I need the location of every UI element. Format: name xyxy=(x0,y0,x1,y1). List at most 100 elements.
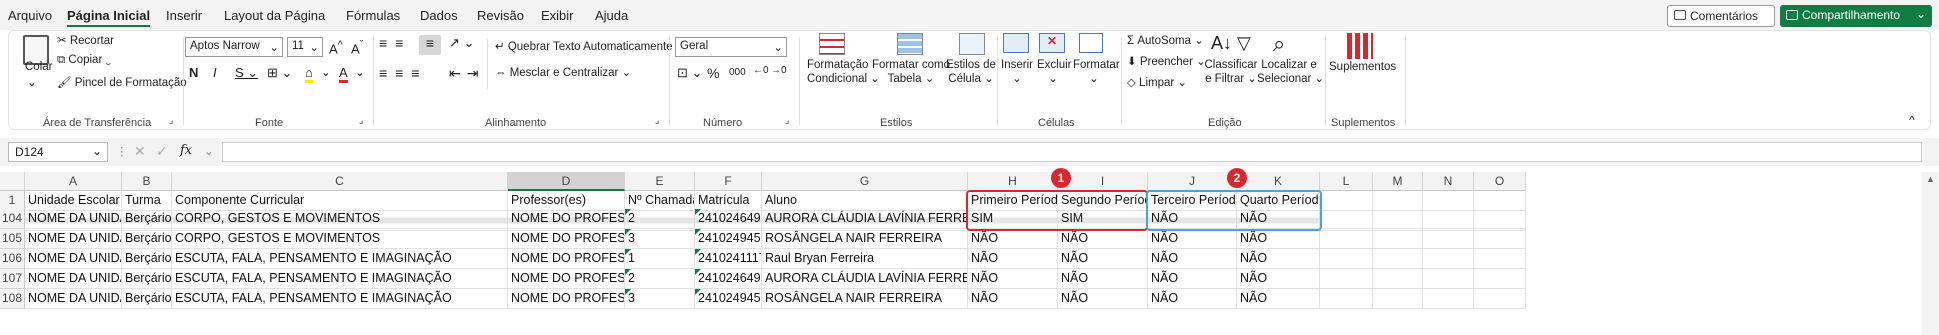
column-header-f[interactable]: F xyxy=(695,172,762,191)
table-cell[interactable]: 24102494566 xyxy=(695,229,762,249)
menu-layout[interactable]: Layout da Página xyxy=(224,8,325,23)
table-cell[interactable]: NOME DO PROFESSOR xyxy=(508,269,625,289)
delete-cells-button[interactable]: Excluir ⌄ xyxy=(1037,59,1072,85)
table-cell[interactable] xyxy=(1373,269,1423,289)
table-cell[interactable]: NÃO xyxy=(968,229,1058,249)
row-header[interactable]: 108 xyxy=(0,289,25,309)
table-cell[interactable] xyxy=(1423,269,1474,289)
row-header[interactable]: 107 xyxy=(0,269,25,289)
table-cell[interactable]: NOME DO PROFESSOR xyxy=(508,249,625,269)
table-cell[interactable] xyxy=(1320,289,1373,309)
format-cells-button[interactable]: Formatar ⌄ xyxy=(1073,59,1120,85)
row-header[interactable]: 105 xyxy=(0,229,25,249)
table-cell[interactable]: Raul Bryan Ferreira xyxy=(762,249,968,269)
percent-icon[interactable]: % xyxy=(707,65,719,81)
cut-button[interactable]: ✂ Recortar xyxy=(57,33,114,47)
menu-inserir[interactable]: Inserir xyxy=(166,8,202,23)
table-cell[interactable] xyxy=(1423,289,1474,309)
insert-cells-button[interactable]: Inserir ⌄ xyxy=(1001,59,1033,85)
table-cell[interactable]: 3 xyxy=(625,289,695,309)
dialog-launcher-icon[interactable]: ⌟ xyxy=(359,115,363,126)
merge-center-button[interactable]: ⇔ Mesclar e Centralizar ⌄ xyxy=(495,65,631,79)
number-format-select[interactable]: Geral ⌄ xyxy=(675,37,787,57)
cell-styles-button[interactable]: Estilos de Célula ⌄ xyxy=(945,59,997,85)
comments-button[interactable]: Comentários xyxy=(1667,5,1775,27)
column-header-m[interactable]: M xyxy=(1373,172,1423,191)
table-cell[interactable]: ESCUTA, FALA, PENSAMENTO E IMAGINAÇÃO xyxy=(172,289,508,309)
table-cell[interactable]: NÃO xyxy=(968,289,1058,309)
row-header[interactable]: 104 xyxy=(0,209,25,229)
header-cell[interactable] xyxy=(1320,191,1373,211)
table-cell[interactable] xyxy=(1423,249,1474,269)
table-cell[interactable]: 24102464916 xyxy=(695,209,762,229)
table-cell[interactable] xyxy=(1423,229,1474,249)
bold-button[interactable]: N xyxy=(189,65,198,80)
cancel-icon[interactable]: ✕ xyxy=(134,143,146,160)
share-button[interactable]: Compartilhamento ⌄ xyxy=(1780,5,1932,27)
table-cell[interactable]: NÃO xyxy=(1237,249,1320,269)
table-cell[interactable]: NÃO xyxy=(1058,229,1148,249)
currency-icon[interactable]: ⊡ ⌄ xyxy=(677,65,702,81)
table-cell[interactable]: NOME DO PROFESSOR xyxy=(508,209,625,229)
chevron-down-icon[interactable]: ⌄ xyxy=(355,65,365,79)
header-cell[interactable]: Professor(es) xyxy=(508,191,625,211)
clear-button[interactable]: ◇ Limpar ⌄ xyxy=(1127,75,1187,89)
table-cell[interactable]: NÃO xyxy=(1058,269,1148,289)
horizontal-align-icons[interactable]: ≡≡≡ xyxy=(379,65,428,81)
dialog-launcher-icon[interactable]: ⌟ xyxy=(655,115,659,126)
table-cell[interactable] xyxy=(1373,249,1423,269)
column-header-o[interactable]: O xyxy=(1474,172,1526,191)
font-color-icon[interactable]: A xyxy=(339,65,348,83)
header-cell[interactable]: Nº Chamada xyxy=(625,191,695,211)
table-cell[interactable]: NOME DO PROFESSOR xyxy=(508,289,625,309)
menu-arquivo[interactable]: Arquivo xyxy=(8,8,52,23)
select-all-corner[interactable] xyxy=(0,172,25,191)
header-cell[interactable] xyxy=(1373,191,1423,211)
font-name-select[interactable]: Aptos Narrow ⌄ xyxy=(185,37,283,57)
format-as-table-button[interactable]: Formatar como Tabela ⌄ xyxy=(869,59,953,85)
indent-icons[interactable]: ⇤⇥ xyxy=(449,65,484,82)
table-cell[interactable]: NOME DA UNIDADE xyxy=(25,269,122,289)
menu-formulas[interactable]: Fórmulas xyxy=(346,8,400,23)
table-cell[interactable]: Berçário xyxy=(122,229,172,249)
table-cell[interactable]: ESCUTA, FALA, PENSAMENTO E IMAGINAÇÃO xyxy=(172,249,508,269)
column-header-i[interactable]: I xyxy=(1058,172,1148,191)
dialog-launcher-icon[interactable]: ⌟ xyxy=(169,115,173,126)
chevron-down-icon[interactable]: ⌄ xyxy=(321,65,331,79)
table-cell[interactable]: NÃO xyxy=(1148,249,1237,269)
table-cell[interactable] xyxy=(1423,209,1474,229)
paste-button[interactable]: Colar xyxy=(25,61,52,73)
autosum-button[interactable]: Σ AutoSoma ⌄ xyxy=(1127,33,1204,47)
table-cell[interactable]: ESCUTA, FALA, PENSAMENTO E IMAGINAÇÃO xyxy=(172,269,508,289)
table-cell[interactable]: 24102411175 xyxy=(695,249,762,269)
table-cell[interactable]: NÃO xyxy=(1237,269,1320,289)
table-cell[interactable] xyxy=(1320,229,1373,249)
column-header-d[interactable]: D xyxy=(508,172,625,191)
formula-input[interactable] xyxy=(222,142,1922,162)
decrease-font-icon[interactable]: Aˇ xyxy=(351,39,363,56)
column-header-a[interactable]: A xyxy=(25,172,122,191)
vertical-scrollbar[interactable]: ▲ xyxy=(1922,172,1939,335)
table-cell[interactable]: NOME DA UNIDADE xyxy=(25,209,122,229)
find-select-button[interactable]: Localizar e Selecionar ⌄ xyxy=(1257,59,1324,85)
table-cell[interactable]: AURORA CLÁUDIA LAVÍNIA FERREIRA xyxy=(762,269,968,289)
menu-dados[interactable]: Dados xyxy=(420,8,458,23)
table-cell[interactable]: NÃO xyxy=(1237,229,1320,249)
column-header-b[interactable]: B xyxy=(122,172,172,191)
table-cell[interactable] xyxy=(1474,269,1526,289)
table-cell[interactable]: NOME DA UNIDADE xyxy=(25,249,122,269)
font-size-select[interactable]: 11 ⌄ xyxy=(287,37,323,57)
header-cell[interactable]: Turma xyxy=(122,191,172,211)
column-header-g[interactable]: G xyxy=(762,172,968,191)
row-header[interactable]: 106 xyxy=(0,249,25,269)
decrease-decimal-icon[interactable]: →0 xyxy=(771,65,787,76)
table-cell[interactable] xyxy=(1373,229,1423,249)
table-cell[interactable]: NÃO xyxy=(968,249,1058,269)
table-cell[interactable] xyxy=(1474,289,1526,309)
column-header-l[interactable]: L xyxy=(1320,172,1373,191)
orientation-icon[interactable]: ↗ ⌄ xyxy=(449,35,474,51)
column-header-k[interactable]: K xyxy=(1237,172,1320,191)
table-cell[interactable]: ROSÂNGELA NAIR FERREIRA xyxy=(762,289,968,309)
table-cell[interactable]: NÃO xyxy=(1237,289,1320,309)
header-cell[interactable]: Matrícula xyxy=(695,191,762,211)
